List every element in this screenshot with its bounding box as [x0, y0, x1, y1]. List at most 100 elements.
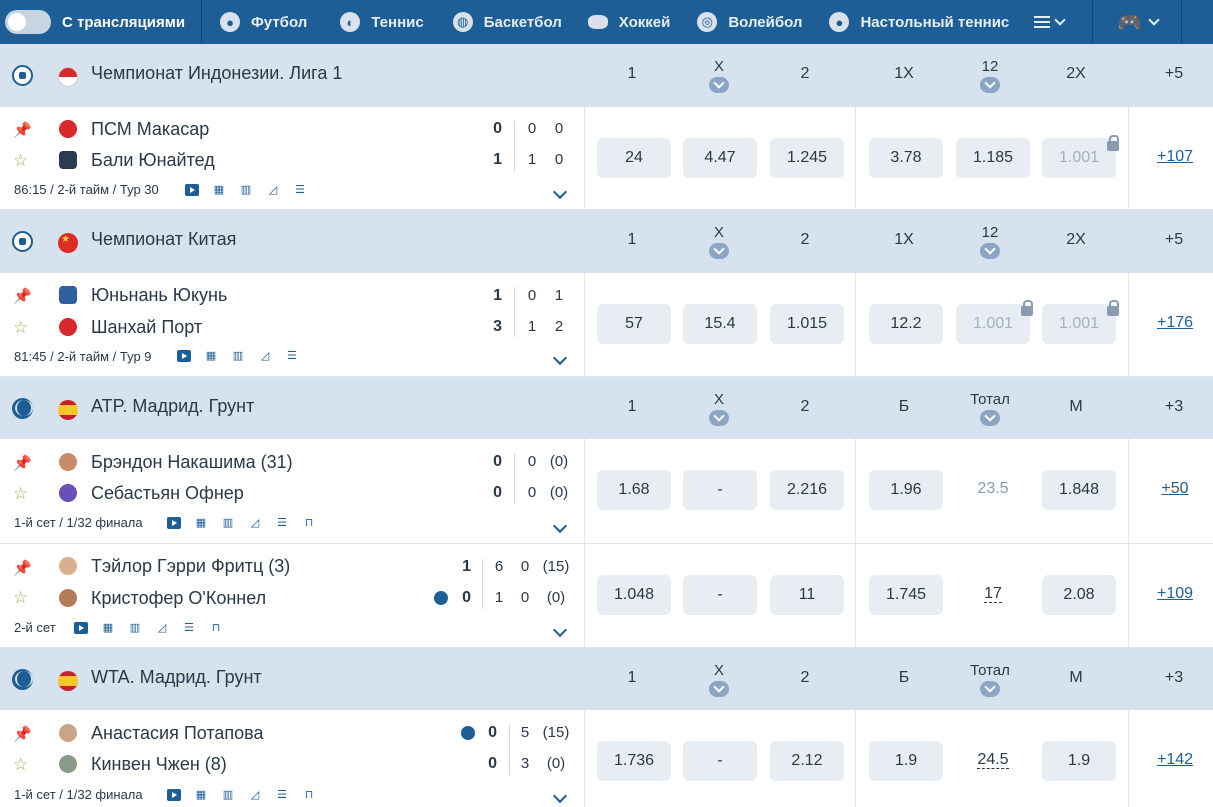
team2-name[interactable]: Себастьян Офнер [91, 483, 244, 504]
esports-menu[interactable]: 🎮 [1117, 0, 1160, 44]
list-icon[interactable]: ☰ [293, 184, 307, 196]
field-icon[interactable]: ▦ [101, 622, 115, 634]
team1-name[interactable]: Юньнань Юкунь [91, 285, 227, 306]
pin-icon[interactable]: 📌 [13, 725, 32, 743]
odd-button[interactable]: 1.96 [869, 470, 943, 510]
expand-chevron-icon[interactable] [552, 518, 568, 534]
video-icon[interactable] [74, 622, 88, 634]
col-header-more[interactable]: +3 [1144, 377, 1204, 440]
odd-button[interactable]: 11 [770, 575, 844, 615]
odd-button[interactable]: 12.2 [869, 304, 943, 344]
expand-chevron-icon[interactable] [552, 622, 568, 638]
odd-button[interactable]: 1.68 [597, 470, 671, 510]
video-icon[interactable] [167, 517, 181, 529]
more-markets-link[interactable]: +142 [1148, 751, 1202, 769]
chart-icon[interactable]: ◿ [266, 184, 280, 196]
more-markets-link[interactable]: +109 [1148, 585, 1202, 603]
odd-button[interactable]: 1.015 [770, 304, 844, 344]
col-header-x[interactable]: X [689, 44, 749, 107]
expand-chevron-icon[interactable] [552, 350, 568, 366]
team1-name[interactable]: Брэндон Накашима (31) [91, 452, 293, 473]
odd-button[interactable]: 2.08 [1042, 575, 1116, 615]
league-name[interactable]: Чемпионат Индонезии. Лига 1 [91, 63, 342, 84]
video-icon[interactable] [185, 184, 199, 196]
odd-button[interactable]: 1.245 [770, 138, 844, 178]
odd-button[interactable]: 57 [597, 304, 671, 344]
expand-chevron-icon[interactable] [552, 788, 568, 804]
bracket-icon[interactable]: ⊓ [209, 622, 223, 634]
col-header-more[interactable]: +5 [1144, 44, 1204, 107]
video-icon[interactable] [177, 350, 191, 362]
team2-name[interactable]: Кинвен Чжен (8) [91, 754, 227, 775]
nav-item-table-tennis[interactable]: ● Настольный теннис [829, 0, 1009, 44]
chart-icon[interactable]: ◿ [248, 789, 262, 801]
odd-button[interactable]: 2.216 [770, 470, 844, 510]
bracket-icon[interactable]: ⊓ [302, 789, 316, 801]
more-markets-link[interactable]: +50 [1148, 480, 1202, 498]
odd-button[interactable]: 15.4 [683, 304, 757, 344]
bars-icon[interactable]: ☰ [182, 622, 196, 634]
col-header-12[interactable]: 12 [960, 210, 1020, 273]
more-markets-link[interactable]: +176 [1148, 314, 1202, 332]
odd-button[interactable]: 1.9 [1042, 741, 1116, 781]
favorite-star-icon[interactable]: ☆ [13, 756, 31, 774]
odd-button[interactable]: 2.12 [770, 741, 844, 781]
team2-name[interactable]: Кристофер О'Коннел [91, 588, 266, 609]
total-value[interactable]: 24.5 [956, 751, 1030, 769]
league-name[interactable]: WTA. Мадрид. Грунт [91, 667, 262, 688]
favorite-star-icon[interactable]: ☆ [13, 152, 31, 170]
field-icon[interactable]: ▦ [194, 517, 208, 529]
odd-button[interactable]: 3.78 [869, 138, 943, 178]
nav-item-volleyball[interactable]: ◎ Волейбол [697, 0, 802, 44]
favorite-star-icon[interactable]: ☆ [13, 319, 31, 337]
team1-name[interactable]: Тэйлор Гэрри Фритц (3) [91, 556, 290, 577]
odd-button[interactable]: - [683, 470, 757, 510]
expand-chevron-icon[interactable] [552, 184, 568, 200]
nav-item-hockey[interactable]: Хоккей [587, 0, 670, 44]
favorite-star-icon[interactable]: ☆ [13, 589, 31, 607]
nav-item-football[interactable]: ● Футбол [220, 0, 307, 44]
chart-icon[interactable]: ◿ [248, 517, 262, 529]
favorite-star-icon[interactable]: ☆ [13, 485, 31, 503]
col-header-x[interactable]: X [689, 210, 749, 273]
col-header-total[interactable]: Тотал [960, 377, 1020, 440]
pin-icon[interactable]: 📌 [13, 454, 32, 472]
bars-icon[interactable]: ☰ [275, 517, 289, 529]
stats-icon[interactable]: ▥ [221, 517, 235, 529]
pin-icon[interactable]: 📌 [13, 287, 32, 305]
col-header-12[interactable]: 12 [960, 44, 1020, 107]
col-header-total[interactable]: Тотал [960, 648, 1020, 711]
col-header-x[interactable]: X [689, 377, 749, 440]
chart-icon[interactable]: ◿ [155, 622, 169, 634]
nav-item-basketball[interactable]: ◍ Баскетбол [452, 0, 562, 44]
stats-icon[interactable]: ▥ [231, 350, 245, 362]
odd-button[interactable]: 1.736 [597, 741, 671, 781]
odd-button[interactable]: 4.47 [683, 138, 757, 178]
odd-button[interactable]: 24 [597, 138, 671, 178]
field-icon[interactable]: ▦ [194, 789, 208, 801]
list-icon[interactable]: ☰ [285, 350, 299, 362]
team1-name[interactable]: ПСМ Макасар [91, 119, 209, 140]
nav-item-tennis[interactable]: ◐ Теннис [340, 0, 424, 44]
chart-icon[interactable]: ◿ [258, 350, 272, 362]
stats-icon[interactable]: ▥ [239, 184, 253, 196]
pin-icon[interactable]: 📌 [13, 559, 32, 577]
odd-button[interactable]: 1.848 [1042, 470, 1116, 510]
team2-name[interactable]: Бали Юнайтед [91, 150, 215, 171]
odd-button[interactable]: 1.9 [869, 741, 943, 781]
video-icon[interactable] [167, 789, 181, 801]
odd-button[interactable]: 1.048 [597, 575, 671, 615]
bars-icon[interactable]: ☰ [275, 789, 289, 801]
odd-button[interactable]: - [683, 741, 757, 781]
odd-button[interactable]: - [683, 575, 757, 615]
more-markets-link[interactable]: +107 [1148, 148, 1202, 166]
total-value[interactable]: 17 [956, 585, 1030, 603]
col-header-more[interactable]: +3 [1144, 648, 1204, 711]
odd-button[interactable]: 1.745 [869, 575, 943, 615]
league-name[interactable]: Чемпионат Китая [91, 229, 236, 250]
stats-icon[interactable]: ▥ [128, 622, 142, 634]
team1-name[interactable]: Анастасия Потапова [91, 723, 264, 744]
bracket-icon[interactable]: ⊓ [302, 517, 316, 529]
col-header-x[interactable]: X [689, 648, 749, 711]
odd-button[interactable]: 1.185 [956, 138, 1030, 178]
